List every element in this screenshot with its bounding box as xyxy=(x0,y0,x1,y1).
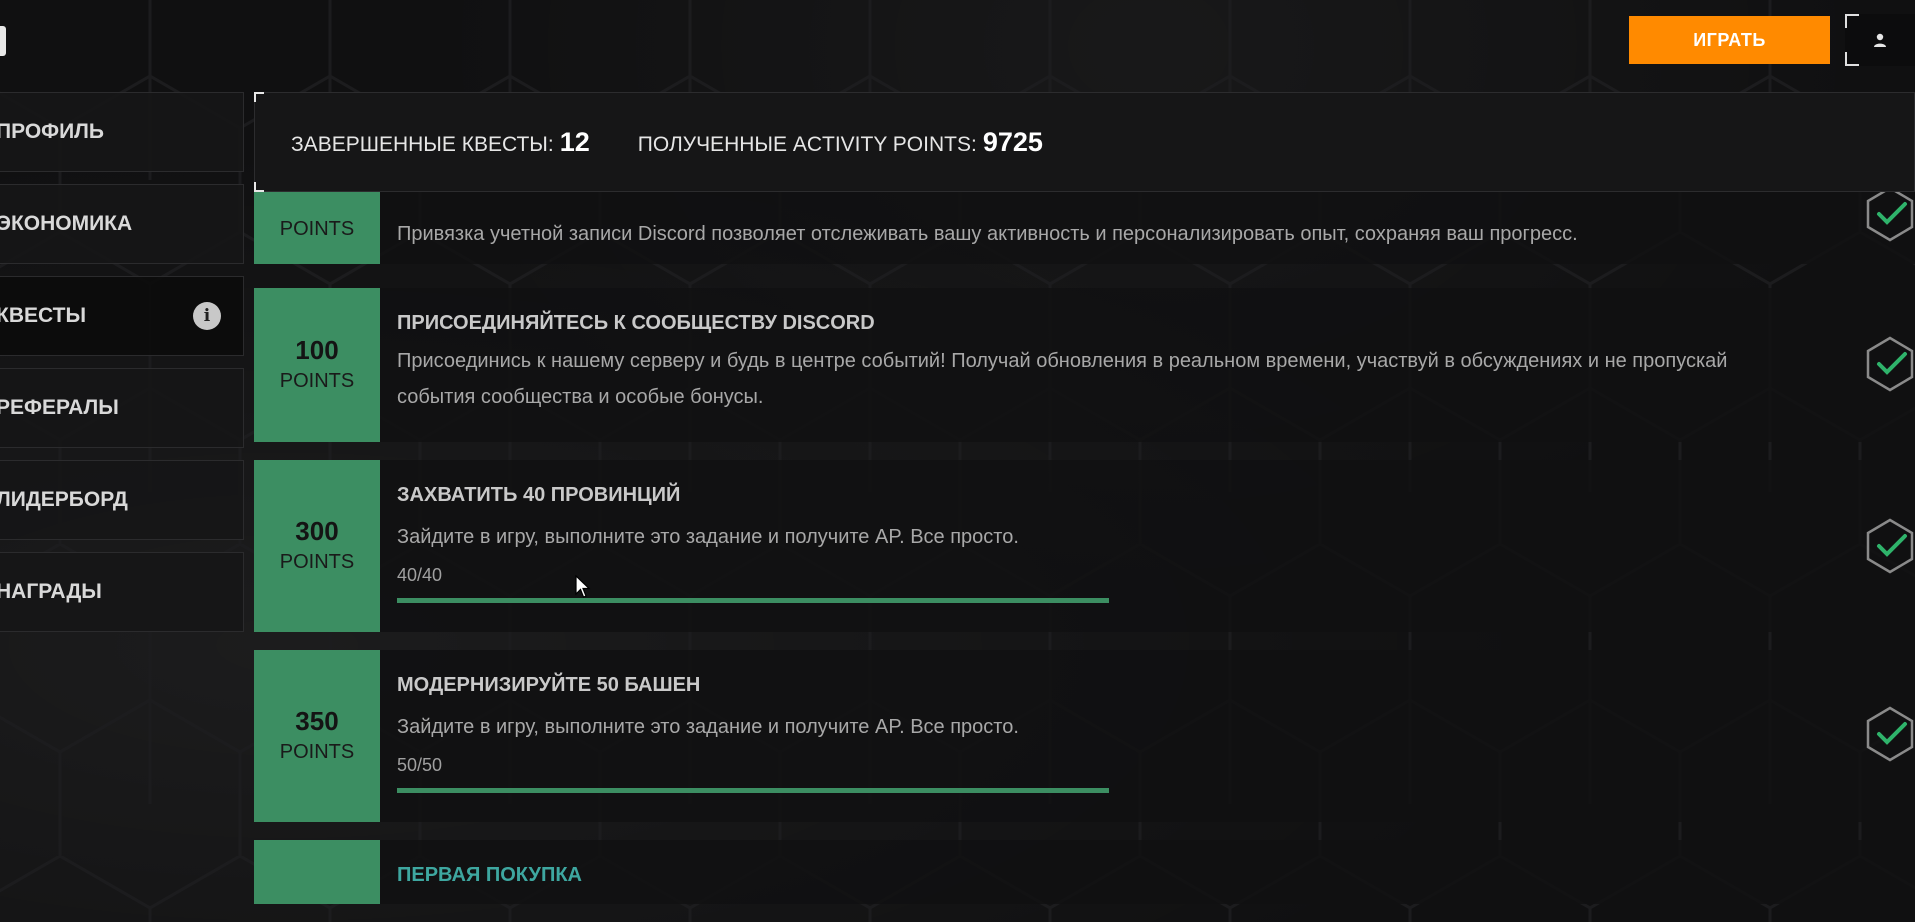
quest-progress-bar xyxy=(397,788,1109,793)
quest-card: 350 POINTS МОДЕРНИЗИРУЙТЕ 50 БАШЕН Зайди… xyxy=(254,650,1915,822)
check-hexagon-icon xyxy=(1866,192,1914,242)
quest-title: ПРИСОЕДИНЯЙТЕСЬ К СООБЩЕСТВУ DISCORD xyxy=(397,312,875,334)
quest-body: ЗАХВАТИТЬ 40 ПРОВИНЦИЙ Зайдите в игру, в… xyxy=(397,460,1795,603)
quest-points-unit: POINTS xyxy=(279,550,355,573)
sidebar-item-label: ЛИДЕРБОРД xyxy=(0,488,128,511)
check-hexagon-icon xyxy=(1866,336,1914,392)
quest-card: POINTS Привязка учетной записи Discord п… xyxy=(254,192,1915,264)
quest-body: ПЕРВАЯ ПОКУПКА xyxy=(397,840,1795,887)
quest-card: ПЕРВАЯ ПОКУПКА xyxy=(254,840,1915,904)
quest-description: Привязка учетной записи Discord позволяе… xyxy=(397,223,1578,245)
corner-bracket xyxy=(254,182,264,192)
check-hexagon-icon xyxy=(1866,706,1914,762)
activity-points-label: ПОЛУЧЕННЫЕ ACTIVITY POINTS: xyxy=(637,132,977,156)
quest-progress-bar xyxy=(397,598,1109,603)
completed-quests-label: ЗАВЕРШЕННЫЕ КВЕСТЫ: xyxy=(291,132,554,156)
quest-stats-panel: ЗАВЕРШЕННЫЕ КВЕСТЫ: 12 ПОЛУЧЕННЫЕ ACTIVI… xyxy=(254,92,1915,192)
sidebar-item-rewards[interactable]: НАГРАДЫ xyxy=(0,552,244,632)
quest-progress-text: 40/40 xyxy=(397,565,443,585)
info-icon[interactable]: i xyxy=(193,302,221,330)
quest-description: Присоединись к нашему серверу и будь в ц… xyxy=(397,350,1728,408)
quest-points-badge xyxy=(254,840,380,904)
sidebar-item-economy[interactable]: ЭКОНОМИКА xyxy=(0,184,244,264)
check-hexagon-icon xyxy=(1866,518,1914,574)
quest-card: 300 POINTS ЗАХВАТИТЬ 40 ПРОВИНЦИЙ Зайдит… xyxy=(254,460,1915,632)
quest-points-unit: POINTS xyxy=(279,218,355,240)
quest-description: Зайдите в игру, выполните это задание и … xyxy=(397,716,1019,738)
quest-points-badge: POINTS xyxy=(254,192,380,264)
sidebar-item-referrals[interactable]: РЕФЕРАЛЫ xyxy=(0,368,244,448)
quest-points-unit: POINTS xyxy=(279,740,355,763)
sidebar-item-leaderboard[interactable]: ЛИДЕРБОРД xyxy=(0,460,244,540)
quest-progress-fill xyxy=(397,598,1109,603)
quest-body: ПРИСОЕДИНЯЙТЕСЬ К СООБЩЕСТВУ DISCORD При… xyxy=(397,288,1795,415)
sidebar: ПРОФИЛЬ ЭКОНОМИКА КВЕСТЫ i РЕФЕРАЛЫ ЛИДЕ… xyxy=(0,92,244,644)
quest-points-badge: 300 POINTS xyxy=(254,460,380,632)
quest-description: Зайдите в игру, выполните это задание и … xyxy=(397,526,1019,548)
sidebar-item-label: ЭКОНОМИКА xyxy=(0,212,133,235)
quest-body: Привязка учетной записи Discord позволяе… xyxy=(397,192,1795,252)
sidebar-item-label: НАГРАДЫ xyxy=(0,580,102,603)
activity-points-value: 9725 xyxy=(982,126,1043,157)
logo-icon[interactable] xyxy=(0,26,6,56)
mouse-cursor-icon xyxy=(575,575,591,598)
user-icon xyxy=(1874,33,1886,47)
quest-points-value: 350 xyxy=(295,706,339,737)
quest-points-unit: POINTS xyxy=(279,369,355,392)
quest-title: ПЕРВАЯ ПОКУПКА xyxy=(397,864,582,886)
sidebar-item-label: КВЕСТЫ xyxy=(0,304,87,327)
sidebar-item-label: ПРОФИЛЬ xyxy=(0,120,105,143)
sidebar-item-quests[interactable]: КВЕСТЫ i xyxy=(0,276,244,356)
play-button[interactable]: ИГРАТЬ xyxy=(1629,16,1830,64)
sidebar-item-label: РЕФЕРАЛЫ xyxy=(0,396,119,419)
sidebar-item-profile[interactable]: ПРОФИЛЬ xyxy=(0,92,244,172)
corner-bracket xyxy=(254,92,264,102)
quest-progress-text: 50/50 xyxy=(397,755,443,775)
quest-points-badge: 350 POINTS xyxy=(254,650,380,822)
activity-points-stat: ПОЛУЧЕННЫЕ ACTIVITY POINTS: 9725 xyxy=(638,127,1043,158)
quest-card: 100 POINTS ПРИСОЕДИНЯЙТЕСЬ К СООБЩЕСТВУ … xyxy=(254,288,1915,442)
quest-body: МОДЕРНИЗИРУЙТЕ 50 БАШЕН Зайдите в игру, … xyxy=(397,650,1795,793)
completed-quests-stat: ЗАВЕРШЕННЫЕ КВЕСТЫ: 12 xyxy=(291,127,590,158)
quest-list[interactable]: POINTS Привязка учетной записи Discord п… xyxy=(254,192,1915,922)
quest-title: ЗАХВАТИТЬ 40 ПРОВИНЦИЙ xyxy=(397,484,681,506)
quest-points-badge: 100 POINTS xyxy=(254,288,380,442)
quest-points-value: 300 xyxy=(295,516,339,547)
quest-progress-fill xyxy=(397,788,1109,793)
quest-title: МОДЕРНИЗИРУЙТЕ 50 БАШЕН xyxy=(397,674,701,696)
completed-quests-value: 12 xyxy=(559,126,590,157)
quest-points-value: 100 xyxy=(295,335,339,366)
profile-button[interactable] xyxy=(1845,14,1915,66)
